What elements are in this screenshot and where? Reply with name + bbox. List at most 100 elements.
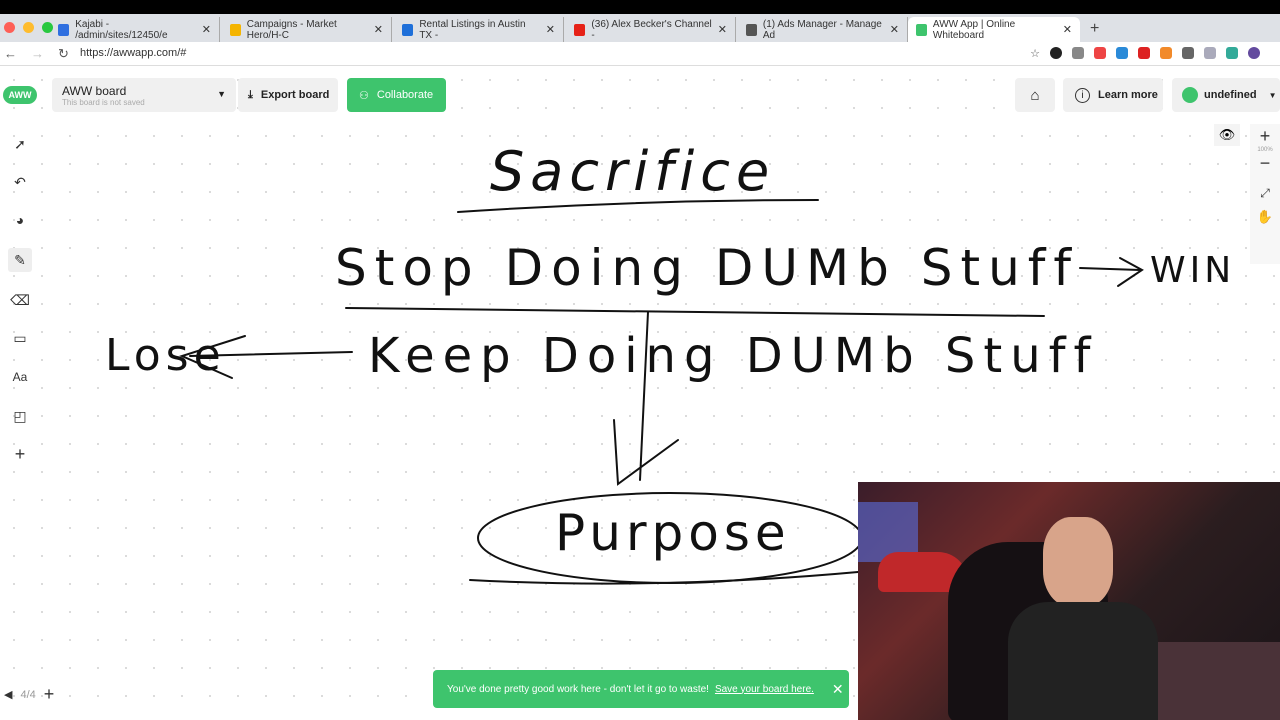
cursor-icon: ➚ xyxy=(14,135,26,152)
fit-screen-icon[interactable]: ⤢ xyxy=(1260,186,1270,201)
underline-stroke xyxy=(469,571,859,585)
board-text-keep: Keep Doing DUMb Stuff xyxy=(368,328,1098,384)
user-menu[interactable]: undefined ▼ xyxy=(1172,78,1280,112)
pen-tool[interactable]: ✎ xyxy=(8,248,32,272)
eraser-tool[interactable]: ⌫ xyxy=(8,288,32,312)
webcam-person-body xyxy=(1008,602,1158,720)
undo-button[interactable]: ↶ xyxy=(8,170,32,194)
pencil-icon: ✎ xyxy=(14,251,26,268)
learn-more-button[interactable]: i Learn more xyxy=(1063,78,1163,112)
browser-tab-bar: Kajabi - /admin/sites/12450/e ✕ Campaigns… xyxy=(0,0,1280,42)
zoom-in-button[interactable]: + xyxy=(1260,126,1271,147)
close-icon[interactable]: ✕ xyxy=(890,23,899,36)
add-page-button[interactable]: + xyxy=(44,684,55,705)
zoom-controls: + 100% − ⤢ ✋ xyxy=(1250,124,1280,264)
board-name-dropdown[interactable]: AWW board This board is not saved ▼ xyxy=(52,78,236,112)
add-tool[interactable]: + xyxy=(8,442,32,466)
extension-icon[interactable] xyxy=(1204,47,1216,59)
google-ads-icon xyxy=(230,23,241,36)
shape-tool[interactable]: ▭ xyxy=(8,326,32,350)
sticky-note-tool[interactable]: ◰ xyxy=(8,404,32,428)
text-icon: Aa xyxy=(12,370,28,384)
page-navigator: ◀ 4/4 + xyxy=(4,684,54,705)
star-icon[interactable]: ☆ xyxy=(1030,47,1040,60)
window-controls[interactable] xyxy=(4,22,53,33)
select-tool[interactable]: ➚ xyxy=(8,132,32,156)
eyedropper-icon[interactable] xyxy=(1072,47,1084,59)
forward-icon[interactable]: → xyxy=(31,46,44,62)
board-status: This board is not saved xyxy=(62,97,145,107)
tab-title: (1) Ads Manager - Manage Ad xyxy=(762,18,882,41)
ads-manager-icon xyxy=(746,23,757,36)
tab-title: Kajabi - /admin/sites/12450/e xyxy=(75,18,168,41)
extension-icon[interactable] xyxy=(1094,47,1106,59)
profile-avatar[interactable] xyxy=(1248,47,1260,59)
close-icon[interactable]: ✕ xyxy=(832,681,844,698)
youtube-icon xyxy=(574,23,586,36)
board-text-sacrifice: Sacrifice xyxy=(490,140,775,203)
extension-icon[interactable] xyxy=(1226,47,1238,59)
color-picker[interactable]: ◕ xyxy=(8,208,32,232)
close-icon[interactable]: ✕ xyxy=(718,23,727,36)
user-icon: ⚇ xyxy=(359,89,369,102)
tab-youtube[interactable]: (36) Alex Becker's Channel - ✕ xyxy=(566,17,736,42)
page-indicator: 4/4 xyxy=(20,688,36,701)
close-icon[interactable]: ✕ xyxy=(546,23,555,36)
undo-icon: ↶ xyxy=(14,173,26,190)
close-icon[interactable]: ✕ xyxy=(202,23,211,36)
new-tab-button[interactable]: + xyxy=(1090,20,1099,38)
collaborate-label: Collaborate xyxy=(376,89,434,101)
eye-icon: 👁 xyxy=(1218,127,1236,142)
tab-rental[interactable]: Rental Listings in Austin TX - ✕ xyxy=(394,17,564,42)
chevron-down-icon: ▼ xyxy=(1268,90,1277,100)
palette-icon: ◕ xyxy=(15,212,25,228)
learn-more-label: Learn more xyxy=(1098,89,1158,101)
address-bar: ← → ↻ https://awwapp.com/# ☆ xyxy=(0,42,1280,66)
zoom-out-button[interactable]: − xyxy=(1260,153,1271,174)
export-board-button[interactable]: ⤓ Export board xyxy=(238,78,338,112)
home-icon: ⌂ xyxy=(1030,86,1040,104)
tab-ads-manager[interactable]: (1) Ads Manager - Manage Ad ✕ xyxy=(738,17,908,42)
url-input[interactable]: https://awwapp.com/# xyxy=(80,47,186,59)
reload-icon[interactable]: ↻ xyxy=(58,46,69,62)
download-icon: ⤓ xyxy=(248,88,253,101)
export-label: Export board xyxy=(260,89,330,101)
extension-icon[interactable] xyxy=(1116,47,1128,59)
extension-icon[interactable] xyxy=(1160,47,1172,59)
arrow-stroke xyxy=(1079,257,1144,287)
extension-icon[interactable] xyxy=(1050,47,1062,59)
webcam-overlay xyxy=(858,482,1280,720)
text-tool[interactable]: Aa xyxy=(8,365,32,389)
close-icon[interactable]: ✕ xyxy=(1063,23,1072,36)
eraser-icon: ⌫ xyxy=(10,291,30,308)
board-text-stop: Stop Doing DUMb Stuff xyxy=(335,239,1079,297)
close-icon[interactable]: ✕ xyxy=(374,23,383,36)
tab-title: (36) Alex Becker's Channel - xyxy=(591,18,712,41)
hand-icon[interactable]: ✋ xyxy=(1257,209,1273,225)
prev-page-button[interactable]: ◀ xyxy=(4,688,12,701)
sticky-note-icon: ◰ xyxy=(13,407,27,424)
extension-icon[interactable] xyxy=(1138,47,1150,59)
tab-title: Campaigns - Market Hero/H-C xyxy=(246,18,337,41)
tab-campaigns[interactable]: Campaigns - Market Hero/H-C ✕ xyxy=(222,17,392,42)
top-bar xyxy=(0,0,1280,14)
aww-logo[interactable]: AWW xyxy=(3,86,37,104)
back-icon[interactable]: ← xyxy=(4,46,17,62)
zillow-icon xyxy=(402,23,414,36)
collaborate-button[interactable]: ⚇ Collaborate xyxy=(347,78,446,112)
board-text-win: WIN xyxy=(1150,250,1235,291)
save-board-link[interactable]: Save your board here. xyxy=(715,684,814,695)
aww-icon xyxy=(916,23,927,36)
view-mode-button[interactable]: 👁 xyxy=(1214,124,1240,146)
facebook-icon[interactable] xyxy=(1182,47,1194,59)
home-button[interactable]: ⌂ xyxy=(1015,78,1055,112)
tab-aww-app[interactable]: AWW App | Online Whiteboard ✕ xyxy=(908,17,1080,42)
webcam-person xyxy=(1043,517,1113,607)
divider-stroke xyxy=(345,307,1045,317)
rectangle-icon: ▭ xyxy=(13,329,27,346)
kajabi-icon xyxy=(58,23,70,36)
info-icon: i xyxy=(1075,87,1090,103)
board-text-purpose: Purpose xyxy=(555,504,791,562)
tab-title: Rental Listings in Austin TX - xyxy=(419,18,526,41)
tab-kajabi[interactable]: Kajabi - /admin/sites/12450/e ✕ xyxy=(50,17,220,42)
